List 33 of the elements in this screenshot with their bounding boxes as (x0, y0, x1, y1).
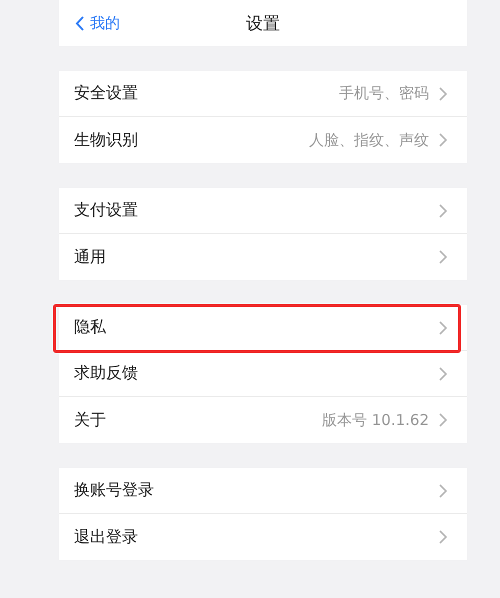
settings-row[interactable]: 安全设置 手机号、密码 (59, 71, 467, 117)
settings-row[interactable]: 支付设置 (59, 188, 467, 234)
chevron-icon (439, 250, 447, 264)
chevron-icon (439, 366, 447, 380)
settings-row[interactable]: 求助反馈 (59, 351, 467, 397)
row-value: 手机号、密码 (339, 84, 429, 103)
settings-row[interactable]: 通用 (59, 234, 467, 280)
settings-row[interactable]: 关于 版本号 10.1.62 (59, 397, 467, 443)
chevron-icon (439, 133, 447, 147)
settings-row[interactable]: 退出登录 (59, 514, 467, 560)
chevron-icon (439, 413, 447, 427)
row-value: 人脸、指纹、声纹 (309, 130, 429, 150)
row-label: 求助反馈 (74, 363, 139, 384)
back-button[interactable]: 我的 (75, 0, 120, 46)
chevron-icon (439, 320, 447, 334)
chevron-icon (439, 86, 447, 100)
chevron-icon (439, 484, 447, 498)
chevron-icon (439, 530, 447, 544)
settings-row[interactable]: 生物识别 人脸、指纹、声纹 (59, 117, 467, 163)
row-label: 安全设置 (74, 83, 139, 104)
row-value: 版本号 10.1.62 (322, 410, 429, 430)
row-label: 关于 (74, 410, 107, 430)
row-label: 生物识别 (74, 130, 139, 150)
row-label: 隐私 (74, 317, 107, 338)
row-label: 通用 (74, 246, 107, 268)
chevron-icon (439, 204, 447, 218)
settings-row[interactable]: 换账号登录 (59, 468, 467, 514)
row-label: 换账号登录 (74, 480, 155, 501)
row-label: 退出登录 (74, 526, 139, 548)
row-label: 支付设置 (74, 200, 139, 221)
page-title: 设置 (246, 12, 280, 34)
back-chevron-icon (75, 16, 84, 30)
settings-row[interactable]: 隐私 (59, 305, 467, 351)
